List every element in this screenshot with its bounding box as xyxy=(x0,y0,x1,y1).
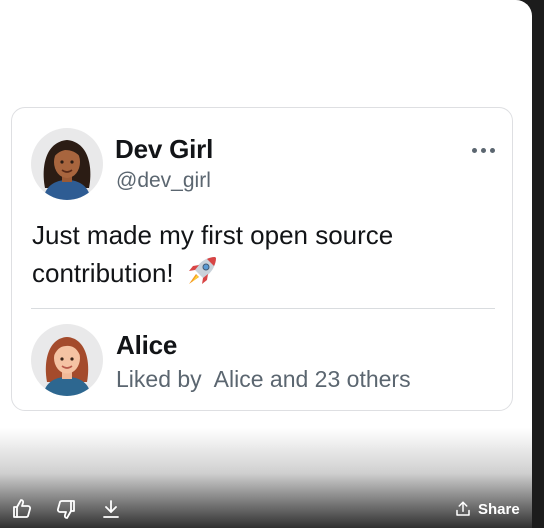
share-button[interactable]: Share xyxy=(454,497,520,521)
window-edge xyxy=(532,0,544,528)
post-card: Dev Girl @dev_girl Just made my first op… xyxy=(11,107,513,411)
post-text: Just made my first open source contribut… xyxy=(32,216,492,298)
liked-by-line[interactable]: Liked by Alice and 23 others xyxy=(116,366,411,393)
liked-by-label: Liked by xyxy=(116,366,202,392)
liker-avatar[interactable] xyxy=(31,324,103,396)
video-controls-overlay xyxy=(0,428,532,528)
divider xyxy=(31,308,495,309)
liked-by-text[interactable]: Alice and 23 others xyxy=(214,366,411,392)
screen: Dev Girl @dev_girl Just made my first op… xyxy=(0,0,532,528)
author-name[interactable]: Dev Girl xyxy=(115,134,213,165)
share-label: Share xyxy=(478,500,520,518)
author-avatar[interactable] xyxy=(31,128,103,200)
share-icon xyxy=(456,501,470,516)
download-icon[interactable] xyxy=(99,497,123,521)
liker-name[interactable]: Alice xyxy=(116,330,177,361)
author-handle[interactable]: @dev_girl xyxy=(116,169,211,193)
rocket-icon xyxy=(185,254,219,298)
thumbs-down-icon[interactable] xyxy=(54,497,78,521)
more-options-icon[interactable] xyxy=(470,146,498,156)
thumbs-up-icon[interactable] xyxy=(10,497,34,521)
